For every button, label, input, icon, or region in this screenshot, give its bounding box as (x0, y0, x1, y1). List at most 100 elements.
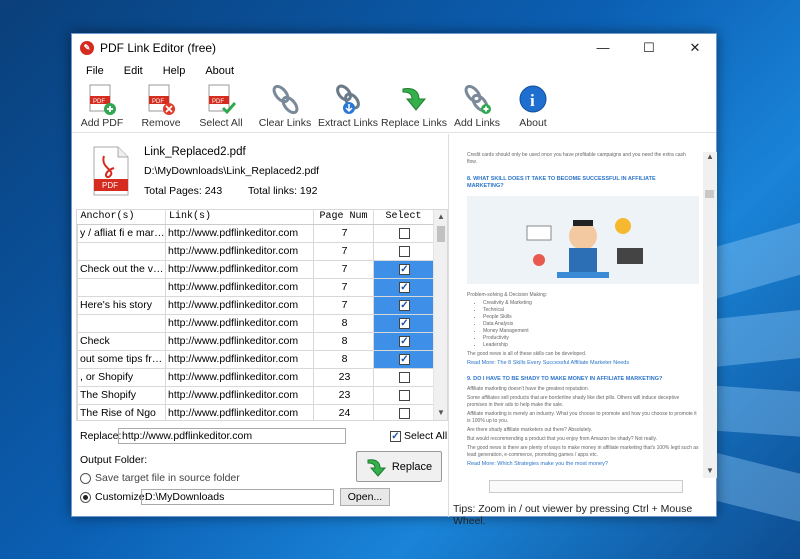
select-cell[interactable] (373, 403, 434, 420)
table-row[interactable]: The Shopify http://www.pdflinkeditor.com 2… (77, 385, 434, 405)
checked-checkbox-icon[interactable]: ✓ (399, 317, 410, 329)
table-row[interactable]: http://www.pdflinkeditor.com 8 ✓ (77, 313, 434, 333)
select-cell[interactable]: ✓ (373, 259, 434, 279)
open-folder-button[interactable]: Open... (340, 488, 390, 506)
anchor-cell[interactable]: Check out the vid... (77, 259, 166, 279)
link-cell[interactable]: http://www.pdflinkeditor.com (165, 403, 314, 420)
checked-checkbox-icon[interactable]: ✓ (399, 281, 410, 293)
replace-links-button[interactable]: Replace Links (378, 81, 450, 133)
menu-file[interactable]: File (76, 65, 114, 77)
link-cell[interactable]: http://www.pdflinkeditor.com (165, 331, 314, 351)
anchor-cell[interactable]: out some tips fro... (77, 349, 166, 369)
unchecked-checkbox-icon[interactable] (399, 371, 410, 383)
column-header-select[interactable]: Select (373, 210, 434, 225)
anchor-cell[interactable] (77, 241, 166, 261)
replace-button[interactable]: Replace (356, 451, 442, 482)
select-cell[interactable]: ✓ (373, 295, 434, 315)
select-cell[interactable] (373, 367, 434, 387)
unchecked-checkbox-icon[interactable] (399, 407, 410, 419)
anchor-cell[interactable] (77, 277, 166, 297)
save-source-option[interactable]: Save target file in source folder (80, 472, 240, 484)
link-cell[interactable]: http://www.pdflinkeditor.com (165, 295, 314, 315)
extract-links-button[interactable]: Extract Links (318, 81, 378, 133)
scroll-thumb[interactable] (437, 226, 445, 242)
anchor-cell[interactable]: , or Shopify (77, 367, 166, 387)
unchecked-checkbox-icon[interactable] (399, 245, 410, 257)
maximize-button[interactable]: ☐ (626, 34, 672, 61)
select-cell[interactable]: ✓ (373, 313, 434, 333)
table-row[interactable]: The Rise of Ngo http://www.pdflinkeditor.… (77, 403, 434, 420)
add-links-label: Add Links (453, 117, 501, 129)
select-cell[interactable] (373, 385, 434, 405)
anchor-cell[interactable]: The Rise of Ngo (77, 403, 166, 420)
add-pdf-button[interactable]: PDF Add PDF (72, 81, 132, 133)
column-header-link[interactable]: Link(s) (165, 210, 314, 225)
unchecked-checkbox-icon[interactable] (399, 389, 410, 401)
about-button[interactable]: i About (504, 81, 562, 133)
preview-scroll-thumb[interactable] (705, 190, 714, 198)
link-cell[interactable]: http://www.pdflinkeditor.com (165, 367, 314, 387)
scroll-down-icon[interactable]: ▼ (434, 408, 447, 417)
table-row[interactable]: out some tips fro... http://www.pdflinked… (77, 349, 434, 369)
preview-scrollbar[interactable]: ▲ ▼ (703, 152, 717, 478)
preview-horizontal-scrollbar[interactable] (489, 480, 683, 493)
link-cell[interactable]: http://www.pdflinkeditor.com (165, 223, 314, 243)
table-row[interactable]: , or Shopify http://www.pdflinkeditor.com… (77, 367, 434, 387)
select-all-button[interactable]: PDF Select All (190, 81, 252, 133)
preview-scroll-down-icon[interactable]: ▼ (703, 466, 717, 475)
close-button[interactable]: ✕ (672, 34, 718, 61)
link-cell[interactable]: http://www.pdflinkeditor.com (165, 259, 314, 279)
scroll-up-icon[interactable]: ▲ (434, 212, 447, 221)
customize-radio[interactable] (80, 491, 91, 503)
table-row[interactable]: http://www.pdflinkeditor.com 7 ✓ (77, 277, 434, 297)
select-cell[interactable]: ✓ (373, 349, 434, 369)
checked-checkbox-icon[interactable]: ✓ (399, 299, 410, 311)
table-row[interactable]: Check out the vid... http://www.pdflinked… (77, 259, 434, 279)
table-row[interactable]: y / afliat fi e marke... http://www.pdfli… (77, 223, 434, 243)
extract-links-icon (332, 83, 364, 115)
pdf-preview[interactable]: Credit cards should only be used once yo… (453, 138, 703, 480)
about-label: About (519, 117, 547, 129)
preview-scroll-up-icon[interactable]: ▲ (703, 152, 717, 161)
save-source-radio[interactable] (80, 472, 91, 484)
select-all-check-icon[interactable]: ✓ (390, 430, 401, 442)
customize-option[interactable]: Customize: (80, 491, 148, 503)
anchor-cell[interactable]: Here's his story (77, 295, 166, 315)
link-cell[interactable]: http://www.pdflinkeditor.com (165, 277, 314, 297)
anchor-cell[interactable] (77, 313, 166, 333)
link-cell[interactable]: http://www.pdflinkeditor.com (165, 385, 314, 405)
checked-checkbox-icon[interactable]: ✓ (399, 353, 410, 365)
column-header-anchor[interactable]: Anchor(s) (77, 210, 166, 225)
anchor-cell[interactable]: Check (77, 331, 166, 351)
select-cell[interactable]: ✓ (373, 331, 434, 351)
anchor-cell[interactable]: y / afliat fi e marke... (77, 223, 166, 243)
preview-read-more-2[interactable]: Read More: Which Strategies make you the… (467, 461, 703, 468)
add-links-button[interactable]: Add Links (450, 81, 504, 133)
table-row[interactable]: Here's his story http://www.pdflinkeditor… (77, 295, 434, 315)
column-header-page[interactable]: Page Num (313, 210, 374, 225)
menu-help[interactable]: Help (153, 65, 196, 77)
clear-links-button[interactable]: Clear Links (252, 81, 318, 133)
select-cell[interactable] (373, 223, 434, 243)
link-cell[interactable]: http://www.pdflinkeditor.com (165, 349, 314, 369)
link-cell[interactable]: http://www.pdflinkeditor.com (165, 241, 314, 261)
link-cell[interactable]: http://www.pdflinkeditor.com (165, 313, 314, 333)
checked-checkbox-icon[interactable]: ✓ (399, 335, 410, 347)
unchecked-checkbox-icon[interactable] (399, 227, 410, 239)
select-all-icon: PDF (205, 83, 237, 115)
select-all-checkbox[interactable]: ✓ Select All (390, 430, 447, 442)
menu-about[interactable]: About (195, 65, 244, 77)
output-folder-input[interactable]: D:\MyDownloads (141, 489, 334, 505)
remove-button[interactable]: PDF Remove (132, 81, 190, 133)
menu-edit[interactable]: Edit (114, 65, 153, 77)
select-cell[interactable]: ✓ (373, 277, 434, 297)
checked-checkbox-icon[interactable]: ✓ (399, 263, 410, 275)
table-row[interactable]: Check http://www.pdflinkeditor.com 8 ✓ (77, 331, 434, 351)
minimize-button[interactable]: — (580, 34, 626, 61)
table-row[interactable]: http://www.pdflinkeditor.com 7 (77, 241, 434, 261)
select-cell[interactable] (373, 241, 434, 261)
preview-read-more-1[interactable]: Read More: The 8 Skills Every Successful… (467, 360, 703, 367)
anchor-cell[interactable]: The Shopify (77, 385, 166, 405)
replace-input[interactable]: http://www.pdflinkeditor.com (118, 428, 346, 444)
table-scrollbar[interactable]: ▲ ▼ (433, 210, 447, 420)
